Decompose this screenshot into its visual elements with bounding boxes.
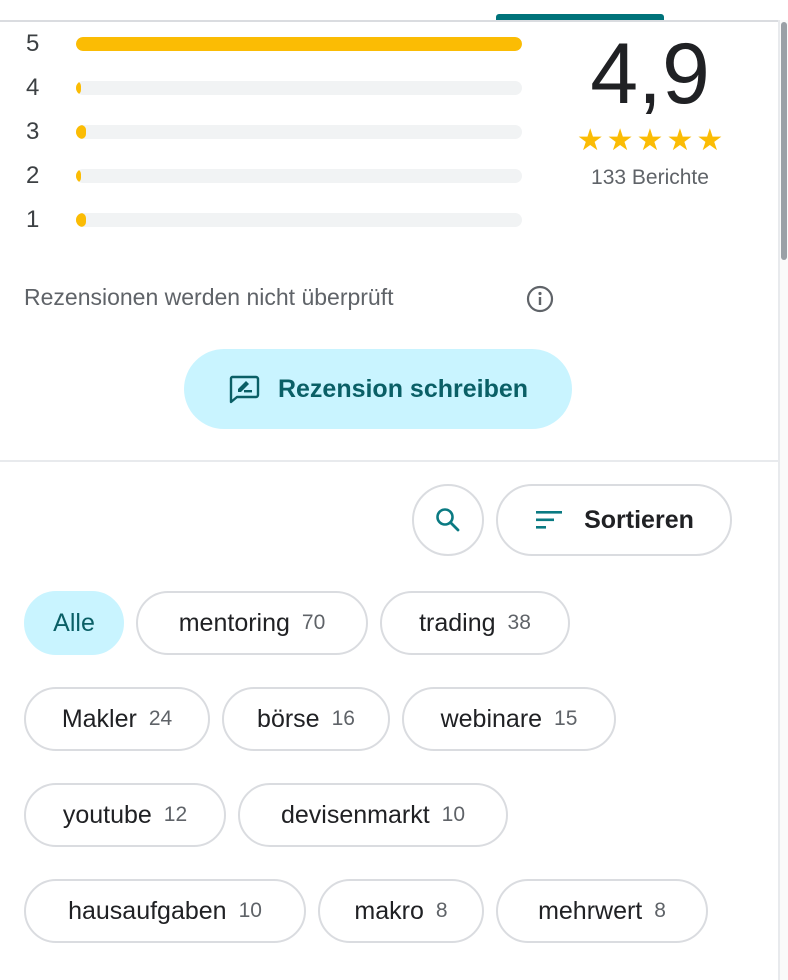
histogram-row-4[interactable]: 4 bbox=[26, 76, 526, 100]
rate-review-icon bbox=[229, 375, 260, 404]
chip-label: mehrwert bbox=[538, 896, 643, 925]
info-icon[interactable] bbox=[526, 285, 554, 313]
star-icon: ★ bbox=[636, 124, 664, 157]
histogram-bar-fill bbox=[76, 213, 86, 227]
histogram-bar-track bbox=[76, 169, 522, 183]
histogram-bar-track bbox=[76, 213, 522, 227]
chip-count: 10 bbox=[441, 803, 466, 826]
topic-chip-mehrwert[interactable]: mehrwert 8 bbox=[496, 879, 708, 943]
histogram-row-5[interactable]: 5 bbox=[26, 32, 526, 56]
search-icon bbox=[436, 508, 460, 532]
histogram-star-label: 1 bbox=[26, 206, 40, 233]
histogram-star-label: 5 bbox=[26, 30, 40, 57]
search-reviews-button[interactable] bbox=[412, 484, 484, 556]
star-icon: ★ bbox=[666, 124, 694, 157]
star-icon: ★ bbox=[696, 124, 724, 157]
chip-count: 24 bbox=[148, 707, 173, 730]
chip-label: youtube bbox=[62, 800, 152, 829]
sort-label: Sortieren bbox=[584, 505, 694, 534]
histogram-row-3[interactable]: 3 bbox=[26, 120, 526, 144]
chip-label: Makler bbox=[61, 704, 137, 733]
rating-stars: ★ ★ ★ ★ ★ bbox=[570, 124, 730, 158]
sort-button[interactable]: Sortieren bbox=[496, 484, 732, 556]
sort-icon bbox=[536, 511, 563, 529]
histogram-bar-track bbox=[76, 81, 522, 95]
active-tab-indicator bbox=[496, 14, 664, 20]
histogram-row-2[interactable]: 2 bbox=[26, 164, 526, 188]
histogram-bar-track bbox=[76, 125, 522, 139]
review-count: 133 Berichte bbox=[591, 166, 709, 189]
topic-chip-boerse[interactable]: börse 16 bbox=[222, 687, 390, 751]
chip-label: börse bbox=[257, 704, 320, 733]
chip-label: Alle bbox=[53, 608, 95, 637]
write-review-button[interactable]: Rezension schreiben bbox=[184, 349, 572, 429]
histogram-bar-track bbox=[76, 37, 522, 51]
topic-chip-webinare[interactable]: webinare 15 bbox=[402, 687, 616, 751]
topic-chip-hausaufgaben[interactable]: hausaufgaben 10 bbox=[24, 879, 306, 943]
chip-label: webinare bbox=[440, 704, 543, 733]
topic-chip-youtube[interactable]: youtube 12 bbox=[24, 783, 226, 847]
topic-chip-mentoring[interactable]: mentoring 70 bbox=[136, 591, 368, 655]
histogram-bar-fill bbox=[76, 37, 522, 51]
top-border bbox=[0, 20, 780, 22]
topic-chip-makro[interactable]: makro 8 bbox=[318, 879, 484, 943]
histogram-row-1[interactable]: 1 bbox=[26, 208, 526, 232]
chip-count: 8 bbox=[654, 899, 666, 922]
chip-count: 15 bbox=[554, 707, 578, 730]
section-divider bbox=[0, 460, 778, 462]
histogram-bar-fill bbox=[76, 125, 86, 139]
scrollbar-thumb[interactable] bbox=[781, 22, 787, 260]
chip-label: mentoring bbox=[178, 608, 290, 637]
histogram-star-label: 3 bbox=[26, 118, 40, 145]
chip-label: trading bbox=[419, 608, 496, 637]
chip-count: 38 bbox=[507, 611, 531, 634]
write-review-label: Rezension schreiben bbox=[277, 374, 529, 403]
star-icon: ★ bbox=[576, 124, 604, 157]
chip-count: 70 bbox=[301, 611, 326, 634]
star-icon: ★ bbox=[606, 124, 634, 157]
topic-chip-devisenmarkt[interactable]: devisenmarkt 10 bbox=[238, 783, 508, 847]
histogram-star-label: 4 bbox=[26, 74, 40, 101]
histogram-star-label: 2 bbox=[26, 162, 40, 189]
chip-label: hausaufgaben bbox=[68, 896, 227, 925]
chip-label: devisenmarkt bbox=[280, 800, 430, 829]
reviews-not-verified-note: Rezensionen werden nicht überprüft bbox=[24, 284, 394, 310]
topic-chip-alle[interactable]: Alle bbox=[24, 591, 124, 655]
topic-chip-makler[interactable]: Makler 24 bbox=[24, 687, 210, 751]
chip-count: 8 bbox=[435, 899, 448, 922]
chip-label: makro bbox=[354, 896, 424, 925]
chip-count: 12 bbox=[163, 803, 188, 826]
average-rating: 4,9 bbox=[590, 26, 710, 122]
histogram-bar-fill bbox=[76, 81, 81, 95]
chip-count: 16 bbox=[331, 707, 355, 730]
histogram-bar-fill bbox=[76, 169, 81, 183]
chip-count: 10 bbox=[238, 899, 262, 922]
topic-chip-trading[interactable]: trading 38 bbox=[380, 591, 570, 655]
